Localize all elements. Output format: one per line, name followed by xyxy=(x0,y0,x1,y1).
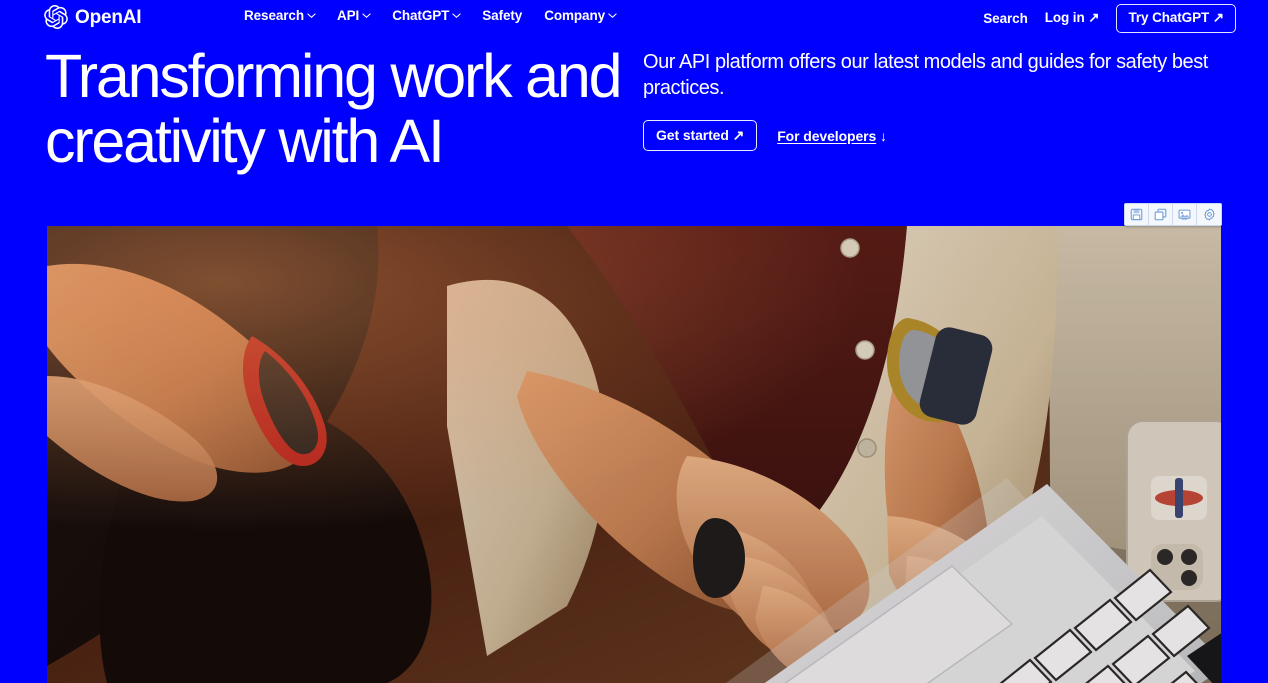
nav-item-api[interactable]: API xyxy=(337,8,371,23)
copy-icon xyxy=(1154,208,1167,221)
nav-item-label: Safety xyxy=(482,8,523,23)
nav-item-safety[interactable]: Safety xyxy=(482,8,522,23)
page-title: Transforming work and creativity with AI xyxy=(45,42,623,175)
toolbar-image-button[interactable] xyxy=(1173,204,1197,225)
hero-image xyxy=(47,226,1221,683)
image-toolbar xyxy=(1124,203,1222,226)
hero-copy-block: Our API platform offers our latest model… xyxy=(643,50,1233,152)
chevron-down-icon xyxy=(608,11,617,19)
search-button[interactable]: Search xyxy=(983,11,1028,26)
toolbar-save-button[interactable] xyxy=(1125,204,1149,225)
for-developers-link[interactable]: For developers ↓ xyxy=(777,128,887,144)
image-icon xyxy=(1178,208,1191,221)
hero-cta-row: Get started ↗ For developers ↓ xyxy=(643,120,1233,152)
save-icon xyxy=(1130,208,1143,221)
nav-item-label: API xyxy=(337,8,360,23)
nav-item-chatgpt[interactable]: ChatGPT xyxy=(392,8,461,23)
nav-item-label: Company xyxy=(544,8,606,23)
nav-item-research[interactable]: Research xyxy=(244,8,316,23)
chevron-down-icon xyxy=(452,11,461,19)
chevron-down-icon xyxy=(307,11,316,19)
openai-homepage: OpenAI Research API ChatGPT Safety Compa… xyxy=(0,0,1268,683)
gear-icon xyxy=(1203,208,1216,221)
nav-item-label: ChatGPT xyxy=(392,8,450,23)
try-chatgpt-button[interactable]: Try ChatGPT ↗ xyxy=(1116,4,1236,33)
chevron-down-icon xyxy=(362,11,371,19)
brand-name: OpenAI xyxy=(75,6,142,28)
nav-item-label: Research xyxy=(244,8,304,23)
toolbar-settings-button[interactable] xyxy=(1197,204,1221,225)
hero-photo-graphic xyxy=(47,226,1221,683)
for-developers-label: For developers xyxy=(777,127,877,144)
arrow-down-icon: ↓ xyxy=(880,127,887,144)
login-link[interactable]: Log in ↗ xyxy=(1045,10,1100,26)
openai-blossom-logo-icon xyxy=(44,5,68,29)
nav-item-company[interactable]: Company xyxy=(544,8,617,23)
primary-nav-menu: Research API ChatGPT Safety Company xyxy=(244,8,617,23)
get-started-button[interactable]: Get started ↗ xyxy=(643,120,758,152)
toolbar-copy-button[interactable] xyxy=(1149,204,1173,225)
brand-logo-link[interactable]: OpenAI xyxy=(44,5,142,29)
hero-subtext: Our API platform offers our latest model… xyxy=(643,51,1208,99)
nav-utility-menu: Search Log in ↗ Try ChatGPT ↗ xyxy=(983,4,1236,33)
top-navigation-bar: OpenAI Research API ChatGPT Safety Compa… xyxy=(0,0,1268,34)
